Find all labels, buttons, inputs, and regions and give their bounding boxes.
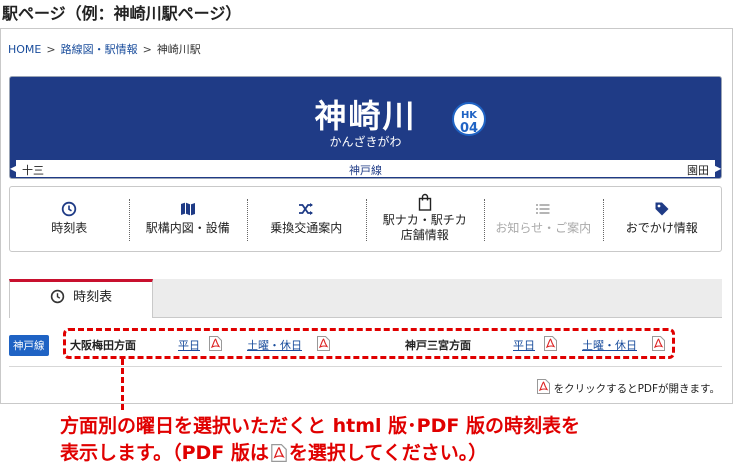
clock-icon <box>50 289 69 308</box>
menu-label: おでかけ情報 <box>625 221 698 235</box>
station-menu: 時刻表 駅構内図・設備 乗換交通案内 駅ナカ・駅チカ 店舗情報 お知らせ・ご案内… <box>9 186 722 252</box>
station-code-number: 04 <box>459 121 479 136</box>
breadcrumb-sep: > <box>46 43 56 56</box>
highlight-box <box>63 328 675 359</box>
caption-line-2a: 表示します。（PDF 版は <box>60 442 269 464</box>
breadcrumb-routes[interactable]: 路線図・駅情報 <box>61 43 138 56</box>
shuffle-icon <box>247 201 366 221</box>
map-icon <box>129 201 248 221</box>
menu-label: お知らせ・ご案内 <box>495 221 592 235</box>
caption-line-2b: を選択してください。） <box>288 442 488 464</box>
line-name: 神戸線 <box>349 164 382 177</box>
menu-shops[interactable]: 駅ナカ・駅チカ 店舗情報 <box>365 187 485 251</box>
menu-label: 駅ナカ・駅チカ <box>382 213 467 227</box>
shopping-bag-icon <box>366 193 485 213</box>
station-header: 神崎川 かんざきがわ HK 04 ◀ 十三 神戸線 園田 ▶ <box>9 76 722 179</box>
menu-label: 乗換交通案内 <box>270 221 343 235</box>
menu-label: 時刻表 <box>51 221 88 235</box>
tab-bar: 時刻表 <box>9 279 722 318</box>
caption-line-1: 方面別の曜日を選択いただくと html 版･PDF 版の時刻表を <box>60 415 580 437</box>
pdf-note: をクリックするとPDFが開きます。 <box>536 377 720 396</box>
menu-timetable[interactable]: 時刻表 <box>10 187 129 251</box>
menu-notices: お知らせ・ご案内 <box>484 187 603 251</box>
annotation-caption: 方面別の曜日を選択いただくと html 版･PDF 版の時刻表を 表示します。（… <box>60 413 580 467</box>
breadcrumb-current: 神崎川駅 <box>156 43 201 56</box>
breadcrumb-sep: > <box>142 43 152 56</box>
divider <box>9 366 722 367</box>
station-name: 神崎川 <box>314 97 417 135</box>
menu-station-map[interactable]: 駅構内図・設備 <box>128 187 248 251</box>
next-station[interactable]: 園田 <box>687 162 709 178</box>
line-bar: ◀ 十三 神戸線 園田 ▶ <box>10 160 721 177</box>
menu-transfer[interactable]: 乗換交通案内 <box>247 187 366 251</box>
caption-line-2: 表示します。（PDF 版は を選択してください。） <box>60 440 580 467</box>
clock-icon <box>10 201 129 221</box>
menu-label: 駅構内図・設備 <box>145 221 230 235</box>
station-kana: かんざきがわ <box>329 135 402 149</box>
list-icon <box>484 201 603 221</box>
menu-outing[interactable]: おでかけ情報 <box>602 187 722 251</box>
tag-icon <box>603 201 722 221</box>
pdf-icon <box>536 379 550 394</box>
line-tag[interactable]: 神戸線 <box>9 335 49 356</box>
breadcrumb: HOME > 路線図・駅情報 > 神崎川駅 <box>8 41 201 57</box>
page-heading: 駅ページ（例：神崎川駅ページ） <box>2 4 242 23</box>
breadcrumb-home[interactable]: HOME <box>8 43 41 56</box>
pdf-icon <box>271 443 287 462</box>
pdf-note-text: をクリックするとPDFが開きます。 <box>553 383 720 395</box>
tab-label: 時刻表 <box>73 290 113 305</box>
tab-timetable[interactable]: 時刻表 <box>9 279 153 318</box>
station-code-badge: HK 04 <box>452 102 486 136</box>
menu-label: 店舗情報 <box>400 228 449 242</box>
chevron-right-icon[interactable]: ▶ <box>715 160 721 177</box>
